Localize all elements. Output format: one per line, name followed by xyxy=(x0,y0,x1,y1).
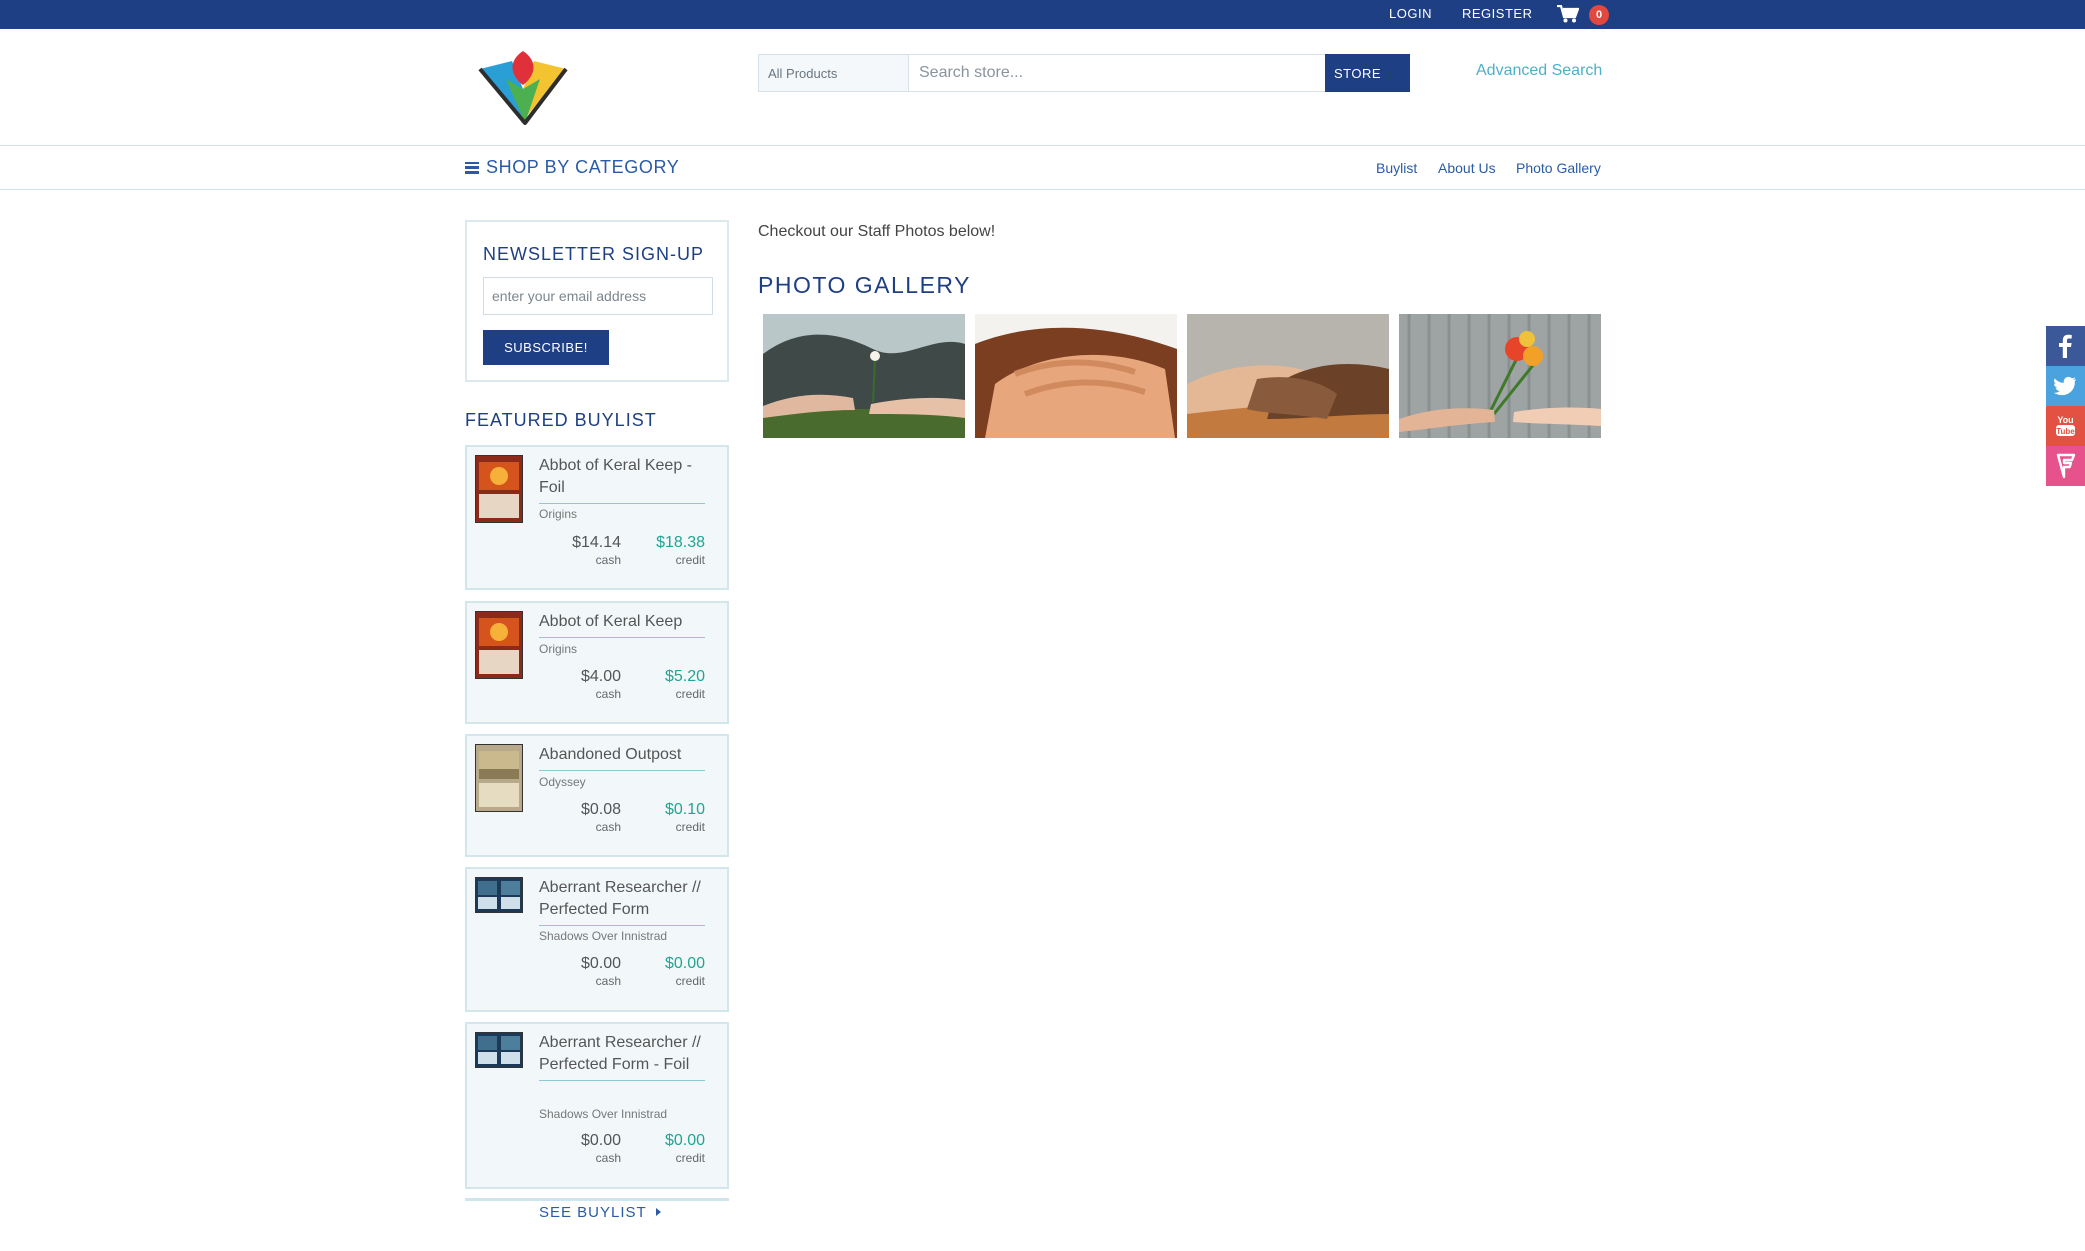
search-bar: All Products STORE xyxy=(758,54,1410,92)
cart-count-badge: 0 xyxy=(1589,5,1609,25)
newsletter-box: NEWSLETTER SIGN-UP SUBSCRIBE! xyxy=(465,220,729,382)
gallery-photo[interactable] xyxy=(975,314,1177,438)
featured-buylist-title: FEATURED BUYLIST xyxy=(465,410,657,430)
cash-label: cash xyxy=(595,1151,621,1165)
caret-right-icon xyxy=(655,1208,661,1216)
header-divider xyxy=(0,145,2085,146)
register-link[interactable]: REGISTER xyxy=(1462,6,1532,21)
cart-button[interactable]: 0 xyxy=(1557,3,1609,25)
twitter-button[interactable] xyxy=(2046,366,2085,406)
shop-by-category-menu[interactable]: SHOP BY CATEGORY xyxy=(465,157,679,178)
credit-label: credit xyxy=(675,687,705,701)
facebook-icon xyxy=(2059,334,2072,358)
search-store-button[interactable]: STORE xyxy=(1325,54,1410,92)
buylist-credit-price: $18.38 xyxy=(656,534,705,551)
buylist-item-name[interactable]: Abandoned Outpost xyxy=(539,744,705,771)
see-buylist-link[interactable]: SEE BUYLIST xyxy=(539,1204,662,1221)
advanced-search-link[interactable]: Advanced Search xyxy=(1476,62,1602,80)
buylist-item-name[interactable]: Abbot of Keral Keep - Foil xyxy=(539,455,705,504)
buylist-item-set: Shadows Over Innistrad xyxy=(539,1107,668,1121)
cash-label: cash xyxy=(595,687,621,701)
youtube-button[interactable]: You Tube xyxy=(2046,406,2085,446)
nav-link-about-us[interactable]: About Us xyxy=(1438,160,1496,176)
gallery-photo[interactable] xyxy=(763,314,965,438)
store-logo[interactable] xyxy=(478,49,568,127)
login-link[interactable]: LOGIN xyxy=(1389,6,1432,21)
credit-label: credit xyxy=(675,974,705,988)
card-thumbnail xyxy=(475,455,523,523)
see-buylist-label: SEE BUYLIST xyxy=(539,1204,647,1221)
buylist-credit-price: $0.00 xyxy=(664,1132,705,1149)
facebook-button[interactable] xyxy=(2046,326,2085,366)
buylist-item[interactable]: Abbot of Keral Keep - Foil Origins $14.1… xyxy=(465,445,729,590)
nav-link-photo-gallery[interactable]: Photo Gallery xyxy=(1516,160,1601,176)
subscribe-button[interactable]: SUBSCRIBE! xyxy=(483,330,609,365)
credit-label: credit xyxy=(675,820,705,834)
cash-label: cash xyxy=(595,820,621,834)
menu-icon xyxy=(465,161,479,174)
buylist-cash-price: $0.00 xyxy=(580,955,621,972)
cart-icon xyxy=(1557,5,1579,23)
cash-label: cash xyxy=(595,553,621,567)
intro-text: Checkout our Staff Photos below! xyxy=(758,223,996,240)
foursquare-button[interactable] xyxy=(2046,446,2085,486)
buylist-item-name[interactable]: Abbot of Keral Keep xyxy=(539,611,705,638)
buylist-item[interactable]: Aberrant Researcher // Perfected Form - … xyxy=(465,1022,729,1189)
buylist-cash-price: $14.14 xyxy=(572,534,621,551)
svg-text:You: You xyxy=(2057,415,2073,425)
foursquare-icon xyxy=(2056,453,2076,479)
buylist-credit-price: $0.00 xyxy=(664,955,705,972)
buylist-item[interactable]: Abbot of Keral Keep Origins $4.00 cash $… xyxy=(465,601,729,724)
buylist-credit-price: $5.20 xyxy=(664,668,705,685)
card-thumbnail xyxy=(475,744,523,812)
buylist-item-set: Odyssey xyxy=(539,775,586,789)
buylist-cash-price: $4.00 xyxy=(580,668,621,685)
card-thumbnail xyxy=(475,877,523,913)
buylist-item-name[interactable]: Aberrant Researcher // Perfected Form - … xyxy=(539,1032,705,1081)
photo-gallery-title: PHOTO GALLERY xyxy=(758,272,971,298)
nav-divider xyxy=(0,189,2085,190)
gallery-photo[interactable] xyxy=(1399,314,1601,438)
buylist-item[interactable]: Abandoned Outpost Odyssey $0.08 cash $0.… xyxy=(465,734,729,857)
card-thumbnail xyxy=(475,1032,523,1068)
credit-label: credit xyxy=(675,553,705,567)
newsletter-title: NEWSLETTER SIGN-UP xyxy=(483,244,705,264)
top-bar: LOGIN REGISTER 0 xyxy=(0,0,2085,29)
buylist-credit-price: $0.10 xyxy=(664,801,705,818)
shop-by-category-label: SHOP BY CATEGORY xyxy=(486,157,680,177)
search-category-select[interactable]: All Products xyxy=(759,55,909,91)
buylist-item-set: Origins xyxy=(539,507,578,521)
search-input[interactable] xyxy=(909,55,1325,91)
youtube-icon: You Tube xyxy=(2056,415,2075,436)
buylist-item-set: Origins xyxy=(539,642,578,656)
buylist-cash-price: $0.08 xyxy=(580,801,621,818)
svg-text:Tube: Tube xyxy=(2056,427,2075,436)
card-thumbnail xyxy=(475,611,523,679)
buylist-cash-price: $0.00 xyxy=(580,1132,621,1149)
cash-label: cash xyxy=(595,974,621,988)
nav-link-buylist[interactable]: Buylist xyxy=(1376,160,1417,176)
buylist-item[interactable]: Aberrant Researcher // Perfected Form Sh… xyxy=(465,867,729,1012)
buylist-item-set: Shadows Over Innistrad xyxy=(539,929,668,943)
see-buylist-divider xyxy=(465,1198,729,1201)
gallery-photo[interactable] xyxy=(1187,314,1389,438)
newsletter-email-field[interactable] xyxy=(483,277,713,315)
buylist-item-name[interactable]: Aberrant Researcher // Perfected Form xyxy=(539,877,705,926)
twitter-icon xyxy=(2053,376,2076,396)
credit-label: credit xyxy=(675,1151,705,1165)
